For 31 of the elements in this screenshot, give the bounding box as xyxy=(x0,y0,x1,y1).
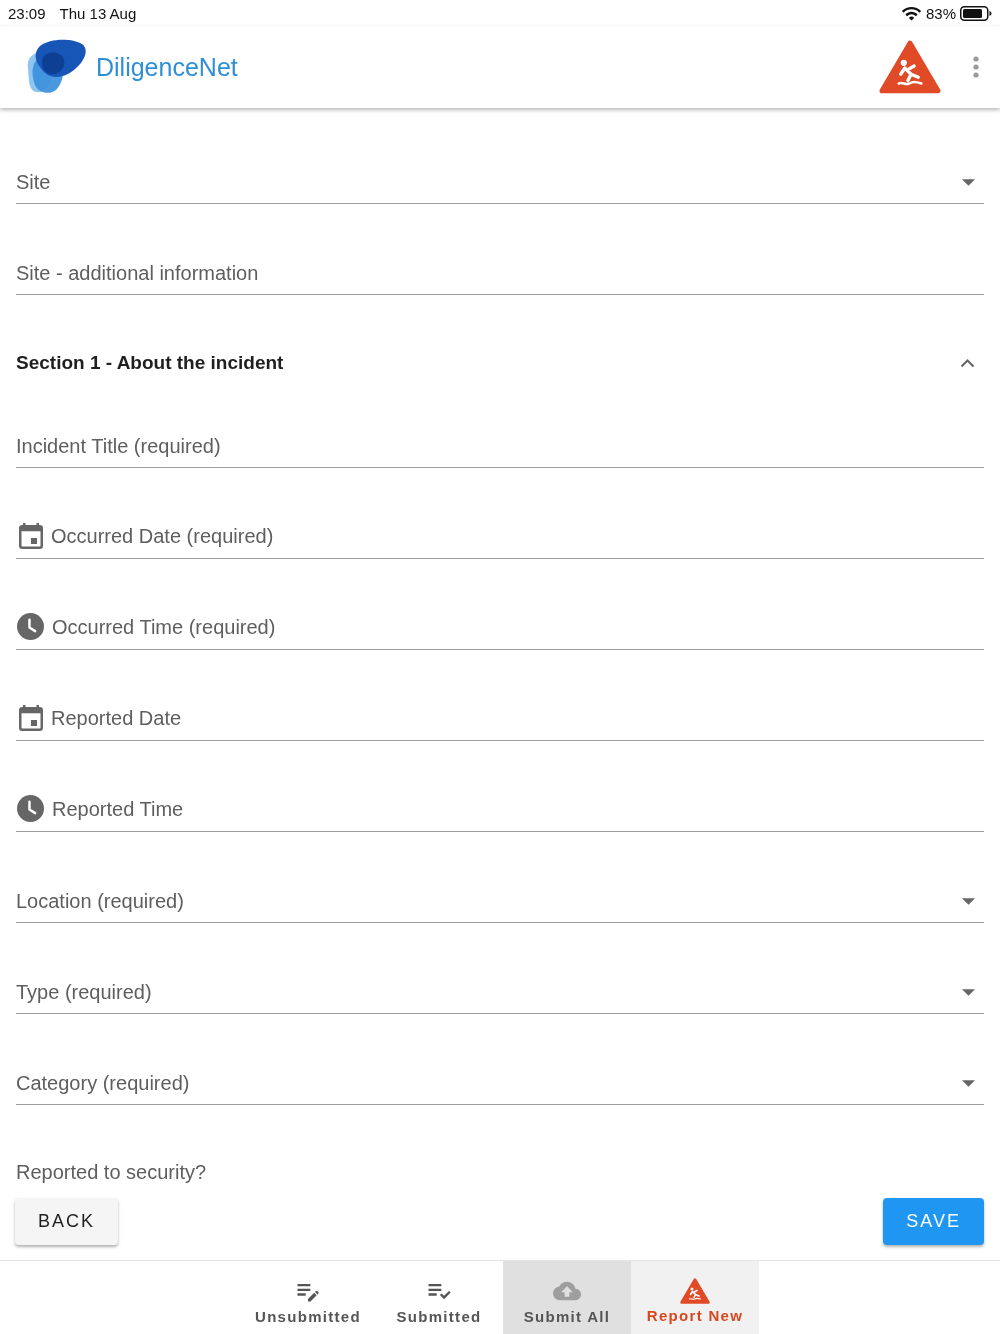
battery-percentage: 83% xyxy=(925,4,956,22)
back-button[interactable]: BACK xyxy=(15,1198,119,1245)
more-options-icon[interactable] xyxy=(973,56,979,78)
date-field[interactable]: Occurred Date (required) xyxy=(16,523,984,559)
select-field[interactable]: Category (required) xyxy=(16,1071,984,1105)
section-title: Section 1 - About the incident xyxy=(16,351,284,375)
select-field[interactable]: Location (required) xyxy=(16,889,984,923)
slip-warning-icon[interactable] xyxy=(879,40,941,94)
slip-warning-icon xyxy=(680,1277,710,1304)
nav-tab[interactable]: Report New xyxy=(631,1261,759,1334)
clock-icon xyxy=(17,795,44,822)
dropdown-caret-icon[interactable] xyxy=(962,1079,975,1087)
select-field[interactable]: Site xyxy=(16,170,984,204)
status-time: 23:09 xyxy=(8,4,46,22)
dropdown-caret-icon[interactable] xyxy=(962,897,975,905)
app-title: DiligenceNet xyxy=(96,52,238,82)
dropdown-caret-icon[interactable] xyxy=(962,988,975,996)
input-field[interactable]: Incident Title (required) xyxy=(16,434,984,468)
select-field[interactable]: Type (required) xyxy=(16,980,984,1014)
input-field[interactable]: Site - additional information xyxy=(16,261,984,295)
time-field[interactable]: Reported Time xyxy=(16,795,984,832)
calendar-icon xyxy=(19,705,43,731)
calendar-icon xyxy=(19,523,43,549)
battery-icon xyxy=(960,5,992,21)
clock-icon xyxy=(17,613,44,640)
date-field[interactable]: Reported Date xyxy=(16,705,984,741)
status-date: Thu 13 Aug xyxy=(59,4,137,22)
dropdown-caret-icon[interactable] xyxy=(962,178,975,186)
time-field[interactable]: Occurred Time (required) xyxy=(16,613,984,650)
collapse-chevron-icon[interactable] xyxy=(960,358,975,368)
question-label: Reported to security? xyxy=(16,1160,208,1184)
